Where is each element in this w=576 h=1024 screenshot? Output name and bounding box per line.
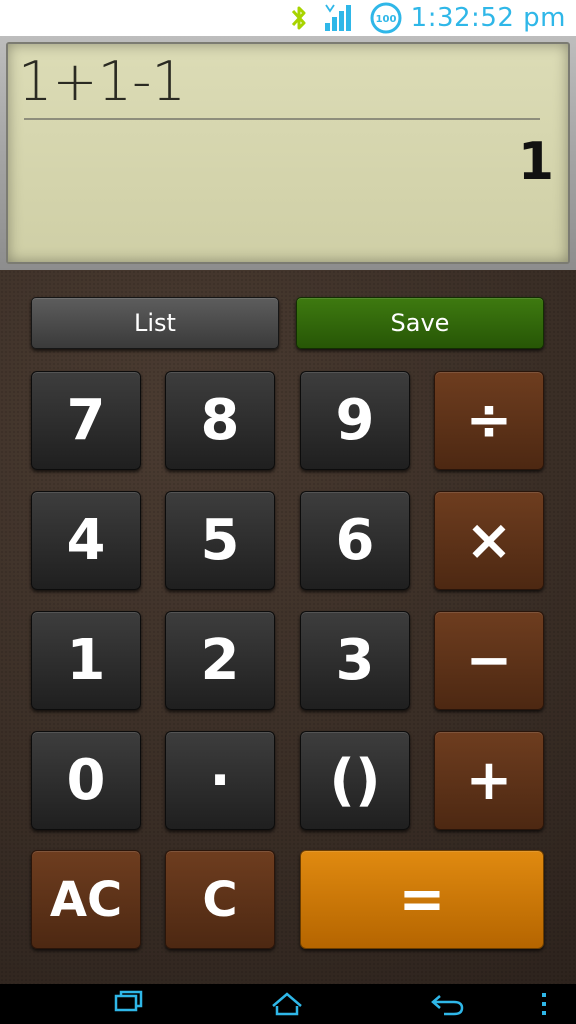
save-button[interactable]: Save xyxy=(296,297,544,349)
key-multiply[interactable]: × xyxy=(434,491,544,590)
home-icon[interactable] xyxy=(270,990,304,1022)
key-all-clear[interactable]: AC xyxy=(31,850,141,949)
navigation-bar xyxy=(0,984,576,1024)
key-divide[interactable]: ÷ xyxy=(434,371,544,470)
key-minus[interactable]: − xyxy=(434,611,544,710)
expression-text: 1+1-1 xyxy=(18,50,186,113)
key-7[interactable]: 7 xyxy=(31,371,141,470)
list-button[interactable]: List xyxy=(31,297,279,349)
status-bar: 100 1:32:52 pm xyxy=(0,0,576,36)
key-8[interactable]: 8 xyxy=(165,371,275,470)
key-1[interactable]: 1 xyxy=(31,611,141,710)
display-divider xyxy=(24,118,540,120)
key-equals[interactable]: = xyxy=(300,850,544,949)
key-parentheses[interactable]: () xyxy=(300,731,410,830)
status-time: 1:32:52 pm xyxy=(410,3,566,33)
back-icon[interactable] xyxy=(430,990,466,1022)
key-4[interactable]: 4 xyxy=(31,491,141,590)
bluetooth-icon xyxy=(289,4,309,32)
key-9[interactable]: 9 xyxy=(300,371,410,470)
key-clear[interactable]: C xyxy=(165,850,275,949)
key-decimal[interactable]: · xyxy=(165,731,275,830)
key-0[interactable]: 0 xyxy=(31,731,141,830)
result-text: 1 xyxy=(517,132,554,192)
menu-icon[interactable] xyxy=(538,990,550,1022)
battery-icon: 100 xyxy=(369,1,403,35)
key-3[interactable]: 3 xyxy=(300,611,410,710)
keypad: List Save 7 8 9 ÷ 4 5 6 × 1 2 3 − 0 · ()… xyxy=(0,270,576,984)
signal-icon xyxy=(323,3,355,33)
key-5[interactable]: 5 xyxy=(165,491,275,590)
battery-level-text: 100 xyxy=(375,14,396,25)
key-2[interactable]: 2 xyxy=(165,611,275,710)
key-6[interactable]: 6 xyxy=(300,491,410,590)
display-frame: 1+1-1 1 xyxy=(0,36,576,270)
recent-apps-icon[interactable] xyxy=(112,990,144,1022)
key-plus[interactable]: + xyxy=(434,731,544,830)
display-screen: 1+1-1 1 xyxy=(6,42,570,264)
